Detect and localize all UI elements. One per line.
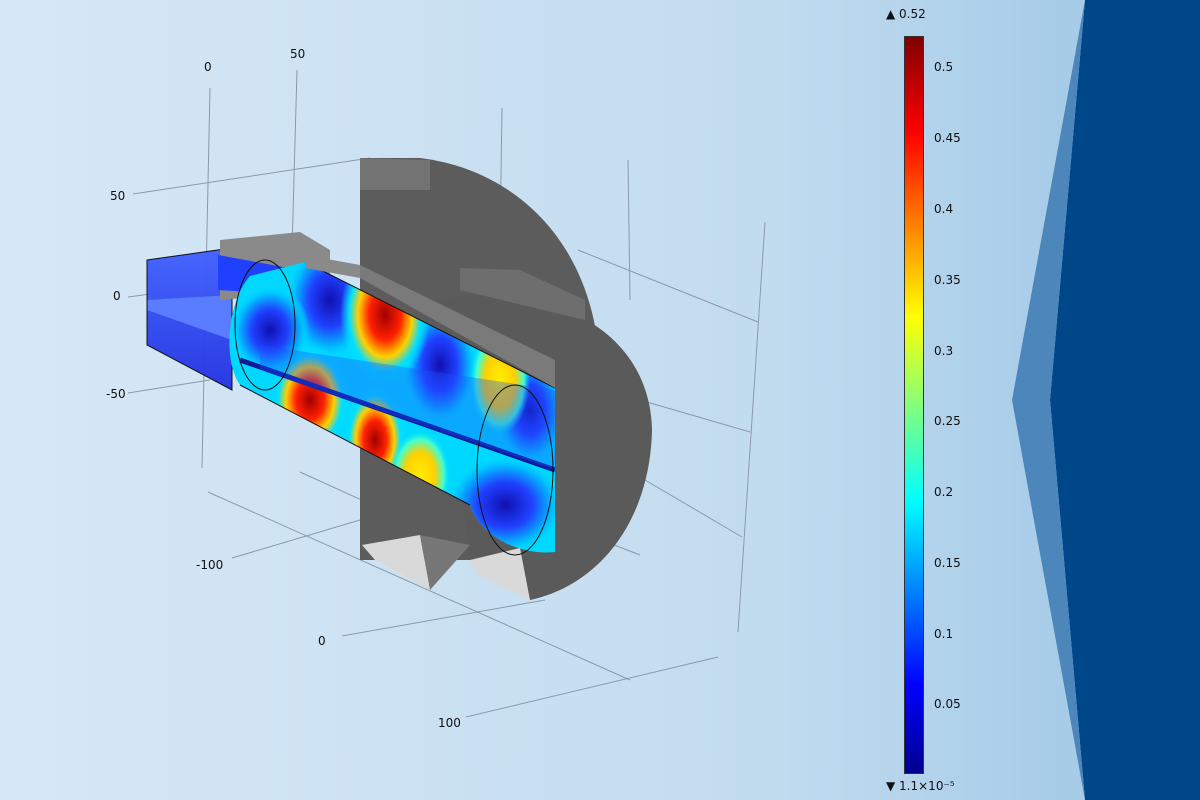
axis-tick-x-50: 50 bbox=[290, 47, 306, 61]
axis-tick-y-minus100: -100 bbox=[196, 558, 224, 572]
colorbar-tick-7: 0.15 bbox=[934, 556, 961, 570]
colorbar-tick-6: 0.2 bbox=[934, 485, 954, 499]
colorbar-max-label: ▲ 0.52 bbox=[886, 7, 926, 21]
colorbar-tick-2: 0.4 bbox=[934, 202, 954, 216]
axis-tick-y-0: 0 bbox=[318, 634, 326, 648]
axis-tick-z-minus50: -50 bbox=[106, 387, 126, 401]
colorbar-tick-5: 0.25 bbox=[934, 414, 961, 428]
colorbar-min-label: ▼ 1.1×10⁻⁵ bbox=[886, 779, 955, 793]
axis-tick-x-0: 0 bbox=[204, 60, 212, 74]
colorbar-tick-1: 0.45 bbox=[934, 131, 961, 145]
axis-tick-z-50: 50 bbox=[110, 189, 126, 203]
colorbar-tick-8: 0.1 bbox=[934, 627, 954, 641]
colorbar-tick-0: 0.5 bbox=[934, 60, 954, 74]
colorbar-tick-4: 0.3 bbox=[934, 344, 954, 358]
axis-tick-y-100: 100 bbox=[438, 716, 461, 730]
axis-tick-z-0: 0 bbox=[113, 289, 121, 303]
colorbar-gradient bbox=[904, 36, 924, 774]
colorbar-tick-3: 0.35 bbox=[934, 273, 961, 287]
colorbar-tick-9: 0.05 bbox=[934, 697, 961, 711]
plot-scene bbox=[0, 0, 1200, 800]
graphics-viewport[interactable]: 0 50 50 0 -50 -100 0 100 ▲ 0.52 0.5 0.45… bbox=[0, 0, 1200, 800]
